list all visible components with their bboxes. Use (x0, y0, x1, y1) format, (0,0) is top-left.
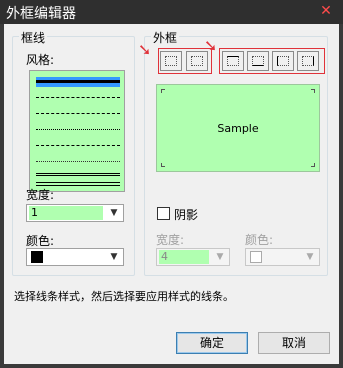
line-style-double[interactable] (36, 171, 120, 181)
arrow-annotation-icon: ➘ (138, 40, 152, 59)
ok-button[interactable]: 确定 (176, 332, 248, 354)
line-width-value: 1 (29, 206, 103, 220)
chevron-down-icon: ▼ (110, 252, 118, 262)
title-bar[interactable]: 外框编辑器 ✕ (0, 0, 343, 24)
line-group-title: 框线 (19, 29, 48, 46)
dialog-window: 外框编辑器 ✕ 框线 风格: 宽度: 1 ▼ 颜色: ▼ 外框 ➘ ➘ Samp… (0, 0, 343, 368)
frame-none-button[interactable] (160, 51, 182, 71)
frame-left-icon (277, 56, 289, 66)
shadow-width-label: 宽度: (156, 233, 185, 247)
color-swatch-white (250, 251, 262, 263)
shadow-checkbox[interactable] (157, 207, 170, 220)
color-swatch-black (31, 251, 43, 263)
preview-sample-text: Sample (217, 122, 259, 135)
line-style-dash-dot[interactable] (36, 141, 120, 151)
chevron-down-icon: ▼ (306, 252, 314, 262)
line-style-solid-thick[interactable] (36, 77, 120, 87)
line-style-list[interactable] (29, 70, 125, 192)
hint-text: 选择线条样式，然后选择要应用样式的线条。 (14, 290, 234, 303)
frame-preview[interactable]: Sample (156, 84, 320, 172)
shadow-color-select[interactable]: ▼ (245, 248, 320, 266)
corner-mark-icon (311, 163, 315, 167)
chevron-down-icon: ▼ (110, 208, 118, 218)
line-style-dotted[interactable] (36, 125, 120, 135)
frame-right-button[interactable] (297, 51, 319, 71)
line-style-dotted-fine[interactable] (36, 157, 120, 167)
window-title: 外框编辑器 (6, 6, 76, 22)
frame-bottom-button[interactable] (247, 51, 269, 71)
frame-top-icon (227, 56, 239, 66)
line-color-select[interactable]: ▼ (26, 248, 124, 266)
color-label: 颜色: (26, 234, 55, 248)
line-style-dashed[interactable] (36, 109, 120, 119)
line-width-select[interactable]: 1 ▼ (26, 204, 124, 222)
frame-top-button[interactable] (222, 51, 244, 71)
frame-box-button[interactable] (186, 51, 208, 71)
corner-mark-icon (311, 89, 315, 93)
dialog-body: 框线 风格: 宽度: 1 ▼ 颜色: ▼ 外框 ➘ ➘ Sample 阴影 宽度… (4, 24, 339, 364)
cancel-button[interactable]: 取消 (258, 332, 330, 354)
frame-group-title: 外框 (151, 29, 180, 46)
corner-mark-icon (161, 89, 165, 93)
line-style-dashed-long[interactable] (36, 93, 120, 103)
close-button[interactable]: ✕ (315, 2, 337, 20)
style-label: 风格: (26, 53, 55, 67)
shadow-width-select[interactable]: 4 ▼ (156, 248, 230, 266)
frame-left-button[interactable] (272, 51, 294, 71)
frame-right-icon (302, 56, 314, 66)
shadow-width-value: 4 (159, 250, 209, 264)
frame-box-icon (191, 56, 203, 66)
corner-mark-icon (161, 163, 165, 167)
frame-bottom-icon (252, 56, 264, 66)
shadow-color-label: 颜色: (245, 233, 274, 247)
chevron-down-icon: ▼ (216, 252, 224, 262)
shadow-label: 阴影 (174, 208, 199, 222)
frame-none-icon (165, 56, 177, 66)
width-label: 宽度: (26, 188, 55, 202)
